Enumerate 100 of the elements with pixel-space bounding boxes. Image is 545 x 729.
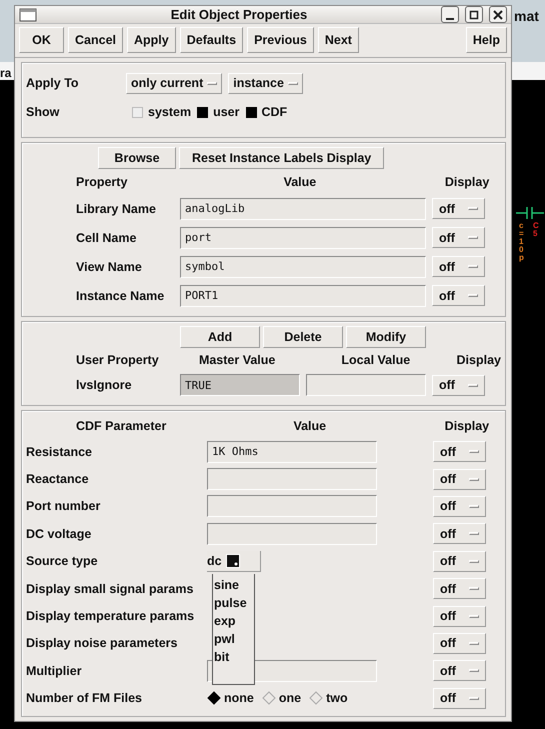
input-field[interactable]: [207, 495, 377, 518]
display-dropdown[interactable]: off: [432, 374, 485, 396]
dropdown-indicator-icon: [469, 504, 479, 508]
component-value: c=10p: [519, 222, 525, 262]
apply-to-dropdown[interactable]: instance: [228, 72, 303, 94]
toolbar-button[interactable]: Cancel: [68, 27, 123, 53]
display-dropdown[interactable]: off: [433, 606, 486, 627]
column-header: Value: [292, 419, 328, 433]
property-label: Instance Name: [75, 288, 166, 302]
property-label: Cell Name: [75, 230, 138, 244]
action-button[interactable]: Browse: [98, 147, 176, 169]
toolbar-button[interactable]: Defaults: [180, 27, 244, 53]
toolbar-button[interactable]: Apply: [127, 27, 176, 53]
display-dropdown[interactable]: off: [433, 441, 486, 462]
minimize-icon: [446, 18, 454, 20]
dropdown-indicator-icon: [469, 614, 479, 618]
display-dropdown[interactable]: off: [432, 227, 485, 248]
dropdown-indicator-icon: [468, 207, 478, 210]
display-dropdown[interactable]: off: [432, 198, 485, 219]
menu-text: ra: [0, 66, 12, 80]
dropdown-indicator-icon: [469, 587, 479, 590]
dropdown-indicator-icon: [469, 532, 479, 536]
column-header: Display: [456, 353, 501, 367]
display-dropdown[interactable]: off: [433, 632, 486, 654]
dropdown-indicator-icon: [468, 236, 478, 239]
display-dropdown[interactable]: off: [433, 496, 486, 517]
close-icon: [493, 10, 503, 20]
input-field[interactable]: port: [180, 226, 426, 248]
column-header: Display: [444, 175, 490, 189]
minimize-button[interactable]: [441, 6, 459, 23]
column-header: Display: [444, 419, 490, 433]
window-title: mat: [514, 8, 539, 24]
local-value-field[interactable]: [306, 374, 426, 396]
checkbox[interactable]: [132, 106, 143, 118]
parameter-label: DC voltage: [26, 526, 92, 541]
input-field[interactable]: symbol: [180, 256, 426, 278]
checkbox-label: CDF: [262, 105, 288, 119]
display-dropdown[interactable]: off: [433, 660, 486, 682]
display-dropdown[interactable]: off: [432, 256, 485, 277]
parameter-label: Display noise parameters: [26, 636, 178, 650]
dropdown-indicator-icon: [469, 478, 479, 481]
master-value-field: TRUE: [180, 374, 300, 396]
input-field[interactable]: PORT1: [180, 284, 426, 306]
menu-item[interactable]: pulse: [214, 594, 254, 612]
checkbox[interactable]: [246, 106, 256, 118]
dropdown-indicator-icon: [469, 560, 479, 563]
checkbox-label: user: [213, 105, 240, 119]
input-field[interactable]: [207, 522, 377, 545]
apply-to-dropdown[interactable]: only current: [126, 72, 222, 94]
close-button[interactable]: [489, 6, 507, 23]
menu-item[interactable]: sine: [214, 576, 254, 594]
input-field[interactable]: 1K Ohms: [207, 440, 377, 463]
action-button[interactable]: Add: [180, 326, 260, 348]
column-header: Master Value: [198, 353, 276, 367]
maximize-icon: [469, 10, 479, 20]
column-header: CDF Parameter: [75, 419, 168, 433]
action-button[interactable]: Reset Instance Labels Display: [179, 147, 384, 169]
checkbox[interactable]: [197, 106, 208, 118]
dropdown-indicator-icon: [468, 384, 478, 386]
dropdown-indicator-icon: [469, 696, 479, 700]
display-dropdown[interactable]: off: [432, 285, 485, 306]
input-field[interactable]: [207, 468, 377, 490]
parameter-label: Multiplier: [26, 664, 83, 678]
menu-item[interactable]: exp: [214, 612, 254, 630]
dropdown-indicator-icon: [468, 265, 478, 268]
dropdown-indicator-icon: [469, 669, 479, 672]
window-title: Edit Object Properties: [170, 7, 308, 22]
action-button[interactable]: Modify: [346, 326, 426, 348]
display-dropdown[interactable]: off: [433, 468, 486, 490]
display-dropdown[interactable]: off: [433, 550, 486, 572]
display-dropdown[interactable]: off: [433, 688, 486, 709]
source-type-dropdown[interactable]: dc: [207, 550, 261, 572]
parameter-label: Resistance: [26, 444, 94, 459]
input-field[interactable]: analogLib: [180, 198, 426, 220]
display-dropdown[interactable]: off: [433, 578, 486, 600]
dropdown-indicator-icon: [288, 82, 298, 84]
toolbar-button[interactable]: Previous: [247, 27, 314, 53]
menu-item[interactable]: bit: [214, 648, 254, 666]
parameter-label: Reactance: [26, 472, 90, 486]
capacitor-icon: [516, 206, 544, 220]
column-header: Property: [75, 175, 128, 189]
radio-option[interactable]: two: [309, 691, 348, 706]
toolbar-button[interactable]: Next: [318, 27, 359, 53]
parameter-label: Port number: [26, 499, 102, 514]
radio-option[interactable]: none: [207, 691, 254, 706]
property-label: View Name: [75, 260, 143, 274]
maximize-button[interactable]: [465, 6, 483, 23]
dropdown-indicator-icon: [468, 294, 478, 297]
column-header: Local Value: [341, 353, 412, 367]
toolbar-button[interactable]: OK: [19, 27, 64, 53]
parameter-label: Display temperature params: [26, 609, 196, 624]
column-header: Value: [282, 175, 318, 189]
display-dropdown[interactable]: off: [433, 523, 486, 544]
menu-item[interactable]: pwl: [214, 630, 254, 648]
toolbar-button[interactable]: Help: [466, 27, 507, 53]
action-button[interactable]: Delete: [263, 326, 343, 348]
pressed-indicator-icon: [226, 554, 240, 568]
dropdown-indicator-icon: [207, 82, 218, 84]
parameter-label: Number of FM Files: [26, 691, 143, 706]
radio-option[interactable]: one: [262, 691, 302, 706]
